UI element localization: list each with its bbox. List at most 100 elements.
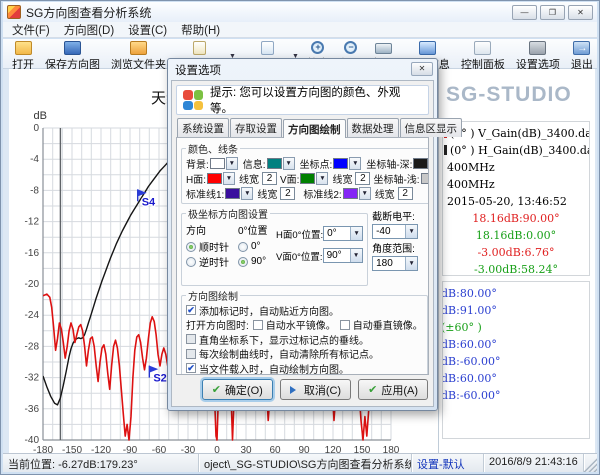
checkbox-auto-snap[interactable] xyxy=(186,305,196,315)
dialog-close-button[interactable]: ✕ xyxy=(411,62,433,76)
app-logo-icon xyxy=(183,90,203,110)
apply-button[interactable]: 应用(A) xyxy=(358,379,428,400)
status-mode[interactable]: 设置-默认 xyxy=(412,454,484,472)
resize-grip[interactable] xyxy=(584,454,597,472)
h-plane-color-dropdown[interactable]: ▼ xyxy=(223,172,235,185)
bg-color-label: 背景: xyxy=(186,156,209,171)
info-marker-value: dB:-60.00° xyxy=(442,387,585,404)
v-zero-position-select[interactable]: 90°▼ xyxy=(323,248,363,263)
pattern-icon xyxy=(261,41,274,55)
std-line1-linewidth-input[interactable]: 2 xyxy=(280,187,295,200)
info-gain-value: 18.16dB:90.00° xyxy=(447,210,585,227)
dialog-titlebar[interactable]: 设置选项 ✕ xyxy=(168,59,437,79)
info-color-dropdown[interactable]: ▼ xyxy=(283,157,295,170)
tab-system-settings[interactable]: 系统设置 xyxy=(177,118,229,137)
tab-info-display[interactable]: 信息区显示 xyxy=(400,118,463,137)
chevron-down-icon: ▼ xyxy=(405,225,417,238)
checkbox-auto-hmirror[interactable] xyxy=(253,320,263,330)
maximize-button[interactable]: ❐ xyxy=(540,5,565,20)
zoom-out-icon xyxy=(344,41,357,54)
menu-file[interactable]: 文件(F) xyxy=(5,21,57,39)
direction-label: 方向 xyxy=(186,222,238,237)
bg-color-swatch[interactable] xyxy=(210,158,225,169)
axis-dark-color-label: 坐标轴-深: xyxy=(366,156,412,171)
cutoff-level-label: 截断电平: xyxy=(372,208,424,223)
h-plane-color-swatch[interactable] xyxy=(207,173,222,184)
checkbox-auto-vmirror-label: 自动垂直镜像。 xyxy=(353,318,423,333)
info-color-swatch[interactable] xyxy=(267,158,282,169)
std-line2-linewidth-input[interactable]: 2 xyxy=(398,187,413,200)
menu-settings[interactable]: 设置(C) xyxy=(121,21,174,39)
h-zero-position-select[interactable]: 0°▼ xyxy=(323,226,363,241)
y-tick-label: -24 xyxy=(25,310,40,321)
ok-button-label: 确定(O) xyxy=(225,382,263,398)
checkbox-auto-draw-on-load[interactable] xyxy=(186,363,196,373)
v-plane-linewidth-label: 线宽 xyxy=(332,171,352,186)
exit-icon xyxy=(573,41,590,55)
status-bar: 当前位置: -6.27dB:179.23° oject\_SG-STUDIO\S… xyxy=(3,453,597,472)
radio-zero-90[interactable] xyxy=(238,257,248,267)
y-tick-label: -12 xyxy=(25,217,40,228)
y-tick-label: -16 xyxy=(25,248,40,259)
tab-pattern-draw[interactable]: 方向图绘制 xyxy=(283,119,346,138)
v-plane-linewidth-input[interactable]: 2 xyxy=(355,172,370,185)
std-line2-color-dropdown[interactable]: ▼ xyxy=(359,187,371,200)
data-stats-icon xyxy=(193,41,206,55)
tab-access-settings[interactable]: 存取设置 xyxy=(230,118,282,137)
checkbox-auto-vmirror[interactable] xyxy=(340,320,350,330)
bg-color-dropdown[interactable]: ▼ xyxy=(226,157,238,170)
tab-data-processing[interactable]: 数据处理 xyxy=(347,118,399,137)
dialog-buttons: 确定(O) 取消(C) 应用(A) xyxy=(176,379,429,400)
info-color-label: 信息: xyxy=(243,156,266,171)
x-tick-label: -60 xyxy=(152,445,167,453)
x-tick-label: 60 xyxy=(269,445,281,453)
y-tick-label: 0 xyxy=(33,123,39,134)
cutoff-level-select[interactable]: -40 ▼ xyxy=(372,224,418,239)
menu-help[interactable]: 帮助(H) xyxy=(174,21,227,39)
checkbox-show-vertical-line[interactable] xyxy=(186,334,196,344)
v-plane-color-dropdown[interactable]: ▼ xyxy=(316,172,328,185)
angle-range-select[interactable]: 180▼ xyxy=(372,256,418,271)
cancel-button[interactable]: 取消(C) xyxy=(280,379,351,400)
radio-clockwise[interactable] xyxy=(186,242,196,252)
y-tick-label: -20 xyxy=(25,279,40,290)
settings-icon xyxy=(529,41,546,55)
y-tick-label: -40 xyxy=(25,435,40,446)
checkbox-clear-marks[interactable] xyxy=(186,349,196,359)
axis-dark-color-swatch[interactable] xyxy=(413,158,428,169)
minimize-button[interactable]: — xyxy=(512,5,537,20)
dialog-body: 提示: 您可以设置方向图的颜色、外观等。 系统设置存取设置方向图绘制数据处理信息… xyxy=(171,80,434,407)
open-pattern-prefix-label: 打开方向图时: xyxy=(186,318,249,333)
info-marker-value: dB:60.00° xyxy=(442,336,585,353)
h-zero-position-label: H面0°位置: xyxy=(276,227,323,241)
radio-counterclockwise[interactable] xyxy=(186,257,196,267)
menu-pattern[interactable]: 方向图(D) xyxy=(57,21,121,39)
x-tick-label: -90 xyxy=(123,445,138,453)
menubar: 文件(F)方向图(D)设置(C)帮助(H) xyxy=(3,22,597,38)
x-tick-label: -150 xyxy=(62,445,82,453)
info-marker-value: (±60° ) xyxy=(442,319,585,336)
radio-zero-0[interactable] xyxy=(238,242,248,252)
marker-S2[interactable]: S2 xyxy=(149,366,166,385)
close-button[interactable]: ✕ xyxy=(568,5,593,20)
checkbox-clear-marks-label: 每次绘制曲线时，自动清除所有标记点。 xyxy=(199,347,379,362)
axis-light-color-swatch[interactable] xyxy=(421,173,429,184)
titlebar: SG方向图查看分析系统 — ❐ ✕ xyxy=(3,2,597,22)
y-tick-label: -4 xyxy=(30,154,39,165)
point-color-swatch[interactable] xyxy=(333,158,348,169)
ok-button[interactable]: 确定(O) xyxy=(202,379,273,400)
angle-range-label: 角度范围: xyxy=(372,240,424,255)
y-tick-label: -28 xyxy=(25,341,40,352)
std-line2-color-swatch[interactable] xyxy=(343,188,358,199)
v-plane-color-swatch[interactable] xyxy=(300,173,315,184)
window-title: SG方向图查看分析系统 xyxy=(26,4,151,21)
h-plane-linewidth-input[interactable]: 2 xyxy=(262,172,277,185)
std-line1-color-swatch[interactable] xyxy=(225,188,240,199)
chart-ylabel: dB xyxy=(34,110,47,122)
cutoff-level-value: -40 xyxy=(376,226,390,237)
std-line1-color-dropdown[interactable]: ▼ xyxy=(241,187,253,200)
point-color-dropdown[interactable]: ▼ xyxy=(349,157,361,170)
control-panel-icon xyxy=(474,41,491,55)
open-folder-icon xyxy=(15,41,32,55)
group-polar-settings-legend: 极坐标方向图设置 xyxy=(186,206,270,221)
